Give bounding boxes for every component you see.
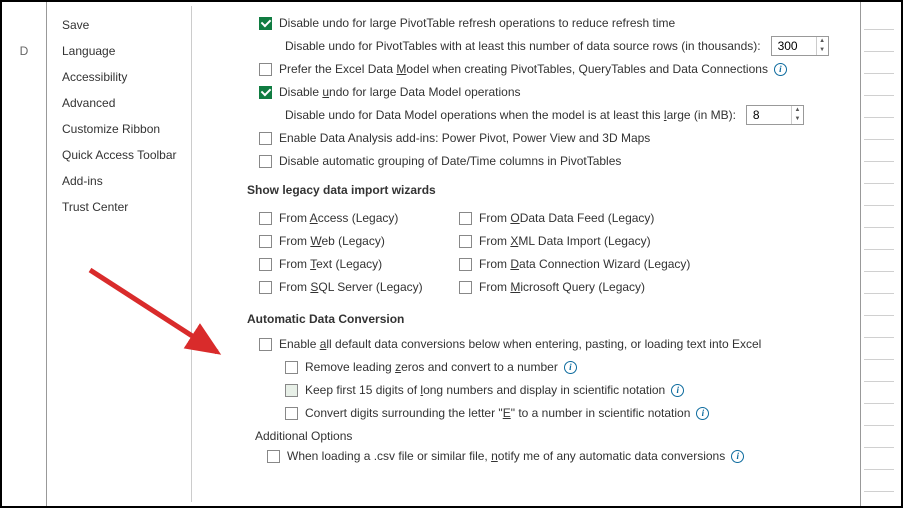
checkbox-from-mquery[interactable] [459,281,472,294]
label-from-sql: From SQL Server (Legacy) [279,280,423,294]
info-icon[interactable]: i [564,361,577,374]
checkbox-from-sql[interactable] [259,281,272,294]
options-dialog: Save Language Accessibility Advanced Cus… [46,2,861,506]
label-enable-analysis-addins: Enable Data Analysis add-ins: Power Pivo… [279,131,650,145]
grid-edge [864,8,894,500]
sidebar-item-accessibility[interactable]: Accessibility [52,64,191,90]
section-legacy-wizards: Show legacy data import wizards [247,183,844,197]
label-notify-conversions: When loading a .csv file or similar file… [287,449,725,463]
info-icon[interactable]: i [731,450,744,463]
window-frame: D Save Language Accessibility Advanced C… [0,0,903,508]
checkbox-from-web[interactable] [259,235,272,248]
checkbox-disable-undo-pivottable[interactable] [259,17,272,30]
checkbox-from-dcw[interactable] [459,258,472,271]
sidebar-item-advanced[interactable]: Advanced [52,90,191,116]
checkbox-enable-analysis-addins[interactable] [259,132,272,145]
checkbox-disable-undo-datamodel[interactable] [259,86,272,99]
grid-column-header: D [9,44,39,58]
spinner-up-icon[interactable]: ▲ [817,37,828,46]
label-disable-undo-pivottable: Disable undo for large PivotTable refres… [279,16,675,30]
checkbox-convert-e[interactable] [285,407,298,420]
checkbox-notify-conversions[interactable] [267,450,280,463]
spinner-pivottable-rows[interactable]: ▲▼ [771,36,829,56]
info-icon[interactable]: i [774,63,787,76]
checkbox-from-xml[interactable] [459,235,472,248]
sidebar-item-customize-ribbon[interactable]: Customize Ribbon [52,116,191,142]
spinner-datamodel-size[interactable]: ▲▼ [746,105,804,125]
checkbox-from-text[interactable] [259,258,272,271]
section-auto-conversion: Automatic Data Conversion [247,312,844,326]
label-disable-undo-rows: Disable undo for PivotTables with at lea… [285,39,761,53]
sidebar-item-addins[interactable]: Add-ins [52,168,191,194]
sidebar: Save Language Accessibility Advanced Cus… [52,6,192,502]
checkbox-remove-zeros[interactable] [285,361,298,374]
sidebar-item-trust-center[interactable]: Trust Center [52,194,191,220]
spinner-down-icon[interactable]: ▼ [792,115,803,124]
checkbox-from-access[interactable] [259,212,272,225]
label-additional-options: Additional Options [255,429,844,443]
label-from-access: From Access (Legacy) [279,211,398,225]
content-pane: Disable undo for large PivotTable refres… [197,6,852,502]
label-keep-15-digits: Keep first 15 digits of long numbers and… [305,383,665,397]
checkbox-enable-all-conversions[interactable] [259,338,272,351]
label-from-dcw: From Data Connection Wizard (Legacy) [479,257,690,271]
label-prefer-data-model: Prefer the Excel Data Model when creatin… [279,62,768,76]
label-disable-grouping: Disable automatic grouping of Date/Time … [279,154,621,168]
input-pivottable-rows[interactable] [772,37,816,55]
label-datamodel-size: Disable undo for Data Model operations w… [285,108,736,122]
sidebar-item-quick-access[interactable]: Quick Access Toolbar [52,142,191,168]
label-from-odata: From OData Data Feed (Legacy) [479,211,654,225]
sidebar-item-language[interactable]: Language [52,38,191,64]
info-icon[interactable]: i [671,384,684,397]
spinner-down-icon[interactable]: ▼ [817,46,828,55]
checkbox-keep-15-digits[interactable] [285,384,298,397]
checkbox-prefer-data-model[interactable] [259,63,272,76]
info-icon[interactable]: i [696,407,709,420]
input-datamodel-size[interactable] [747,106,791,124]
label-from-text: From Text (Legacy) [279,257,382,271]
label-from-xml: From XML Data Import (Legacy) [479,234,651,248]
spinner-up-icon[interactable]: ▲ [792,106,803,115]
label-remove-zeros: Remove leading zeros and convert to a nu… [305,360,558,374]
legacy-wizards-grid: From Access (Legacy) From Web (Legacy) F… [259,205,844,300]
label-from-mquery: From Microsoft Query (Legacy) [479,280,645,294]
label-enable-all-conversions: Enable all default data conversions belo… [279,337,761,351]
label-from-web: From Web (Legacy) [279,234,385,248]
label-disable-undo-datamodel: Disable undo for large Data Model operat… [279,85,521,99]
label-convert-e: Convert digits surrounding the letter "E… [305,406,690,420]
checkbox-disable-grouping[interactable] [259,155,272,168]
sidebar-item-save[interactable]: Save [52,12,191,38]
checkbox-from-odata[interactable] [459,212,472,225]
